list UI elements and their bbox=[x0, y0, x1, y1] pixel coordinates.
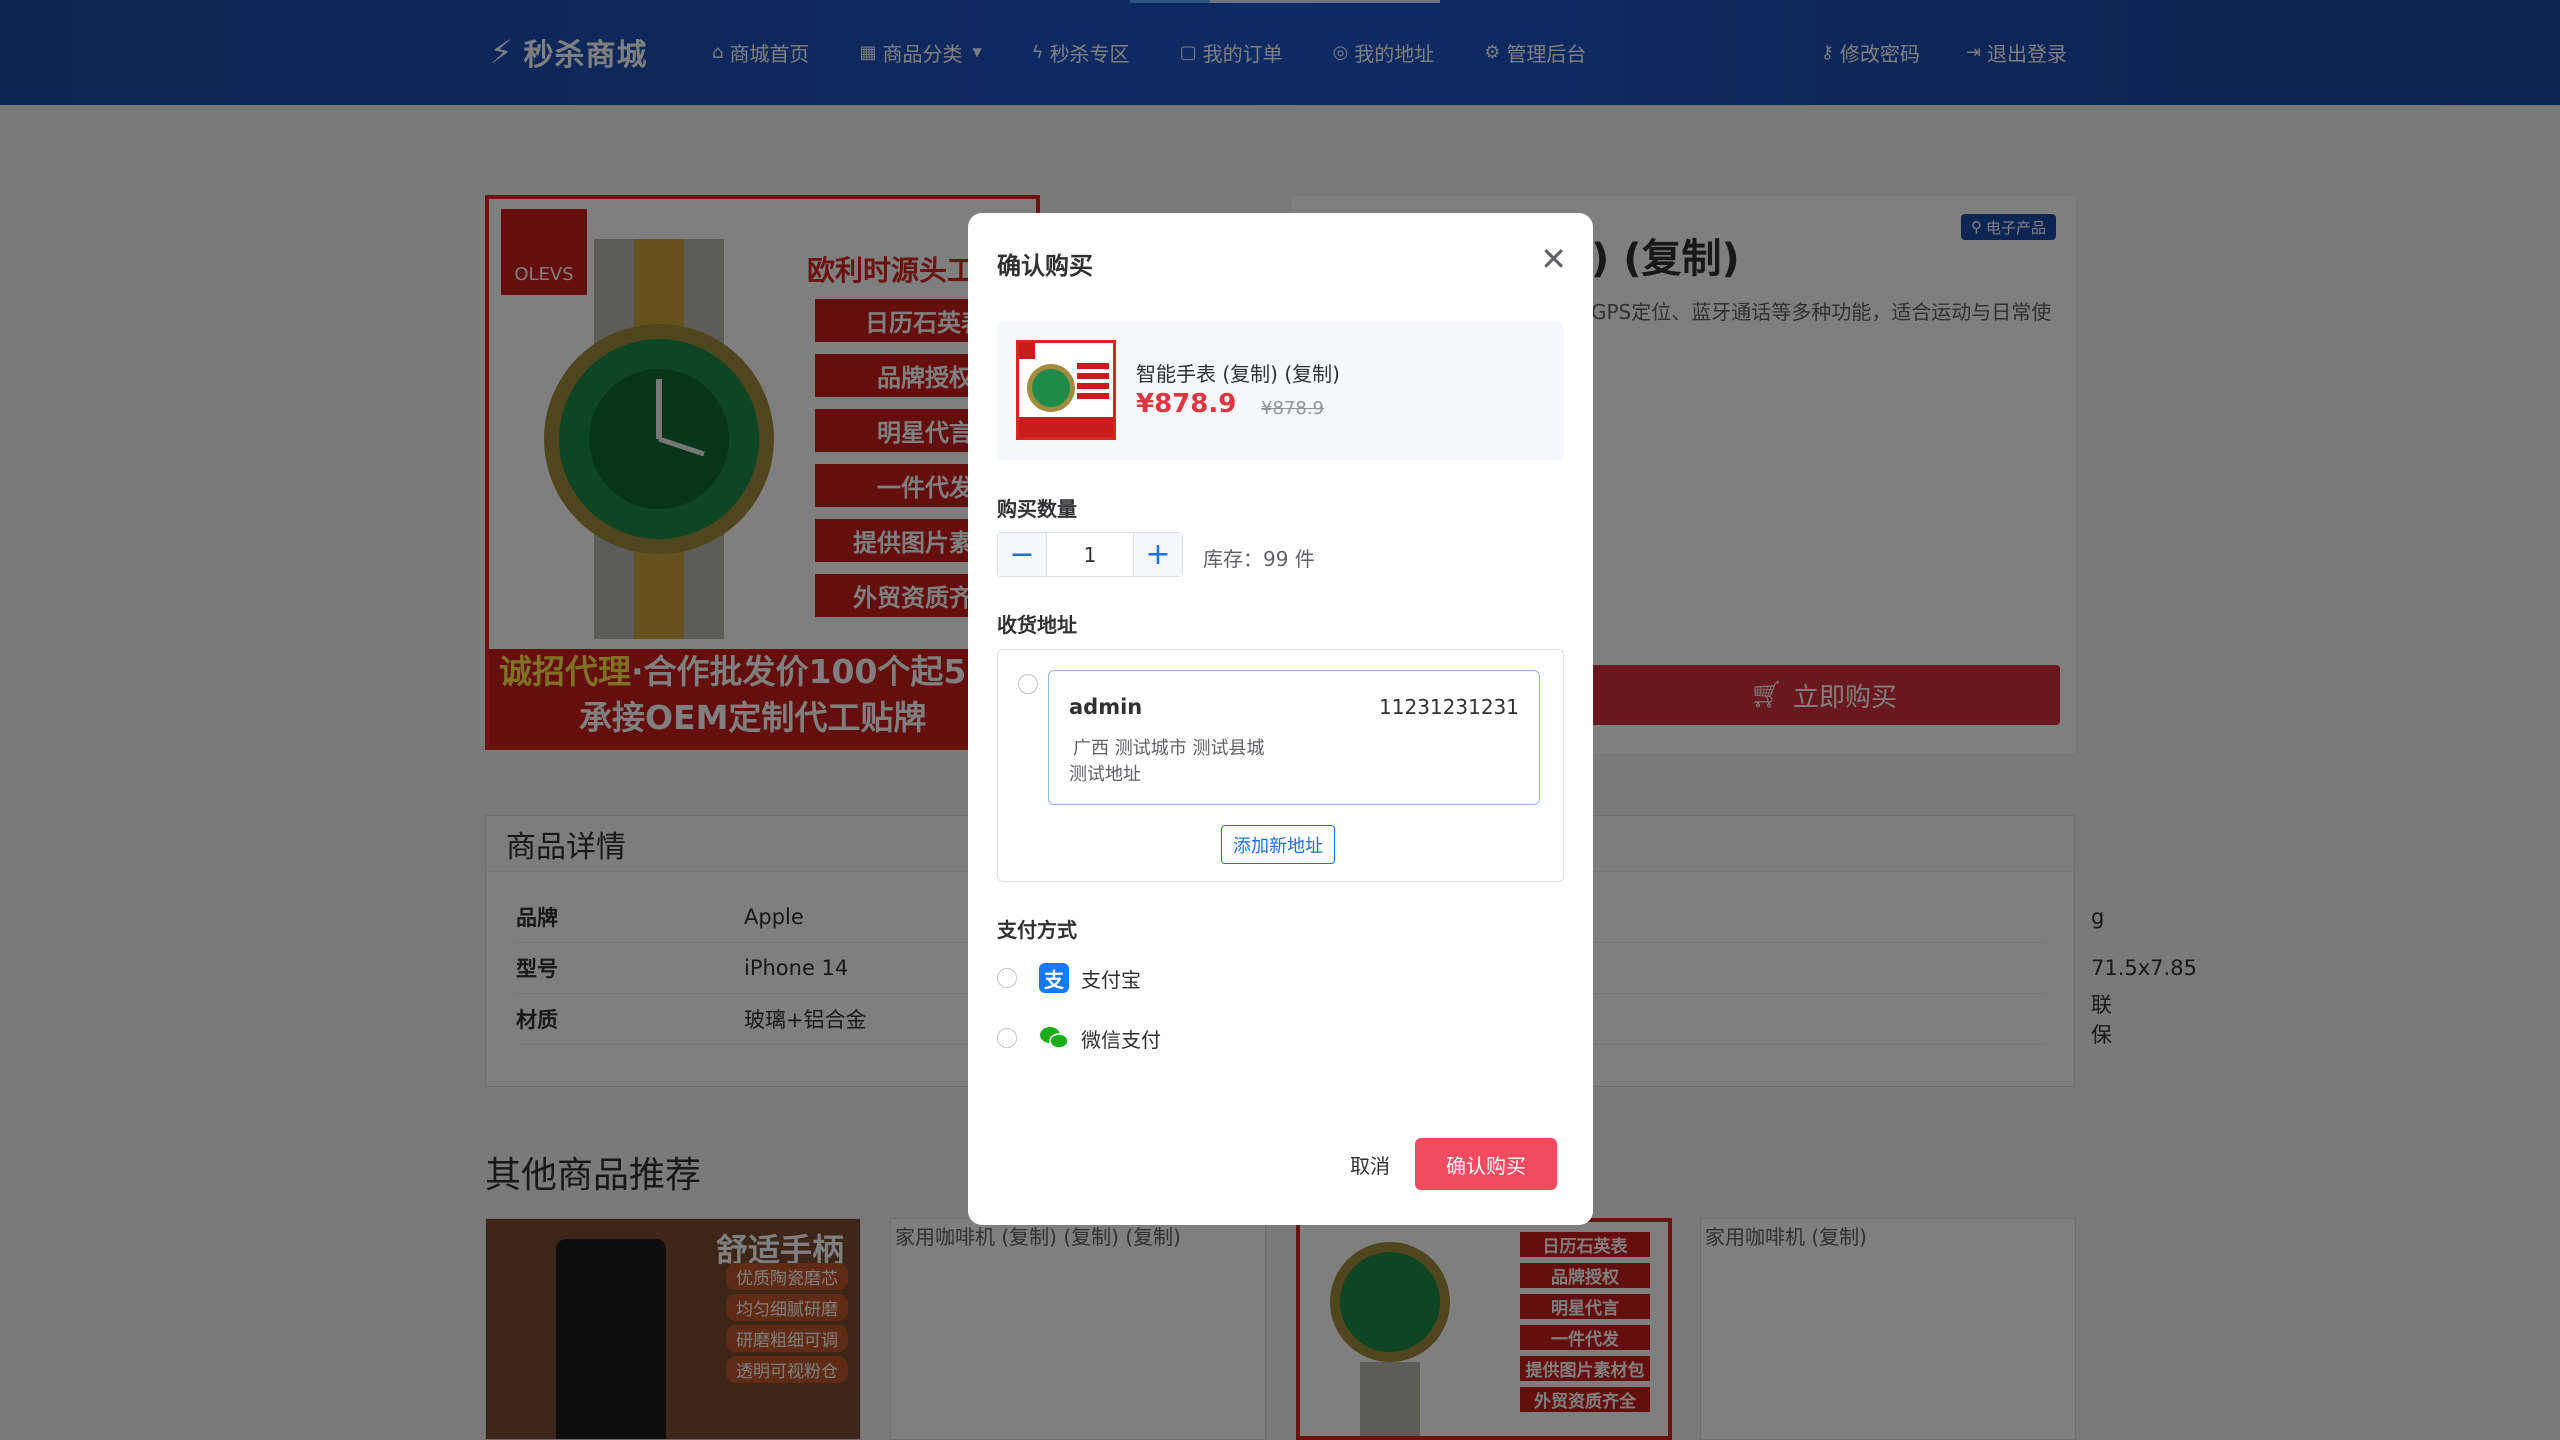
payment-option-label: 支付宝 bbox=[1081, 967, 1141, 992]
address-radio[interactable] bbox=[1018, 674, 1038, 694]
address-label: 收货地址 bbox=[997, 613, 1077, 637]
address-region: 广西 测试城市 测试县城 bbox=[1073, 738, 1265, 759]
order-product-summary: 智能手表 (复制) (复制) ¥878.9 ¥878.9 bbox=[997, 322, 1564, 460]
increase-button[interactable]: + bbox=[1134, 533, 1182, 576]
payment-option-wechat[interactable]: 微信支付 bbox=[997, 1023, 1161, 1053]
payment-radio[interactable] bbox=[997, 1028, 1017, 1048]
product-name: 智能手表 (复制) (复制) bbox=[1136, 362, 1340, 386]
decrease-button[interactable]: − bbox=[998, 533, 1046, 576]
wechat-icon bbox=[1039, 1023, 1069, 1053]
quantity-input[interactable]: 1 bbox=[1046, 533, 1134, 576]
original-price: ¥878.9 bbox=[1261, 398, 1324, 419]
address-phone: 11231231231 bbox=[1379, 695, 1519, 719]
watch-image bbox=[1019, 343, 1113, 437]
product-price: ¥878.9 bbox=[1136, 389, 1237, 419]
payment-label: 支付方式 bbox=[997, 918, 1077, 942]
close-icon[interactable]: ✕ bbox=[1540, 243, 1567, 275]
address-name: admin bbox=[1069, 695, 1143, 719]
quantity-stepper: − 1 + bbox=[997, 532, 1183, 577]
product-thumbnail bbox=[1016, 340, 1116, 440]
payment-option-label: 微信支付 bbox=[1081, 1027, 1161, 1052]
alipay-icon: 支 bbox=[1039, 963, 1069, 993]
add-address-button[interactable]: 添加新地址 bbox=[1221, 825, 1335, 864]
stock-text: 库存：99 件 bbox=[1203, 547, 1315, 571]
confirm-purchase-dialog: 确认购买 ✕ 智能手表 (复制) (复制) ¥878.9 ¥878.9 购买数量… bbox=[968, 213, 1593, 1225]
dialog-title: 确认购买 bbox=[997, 252, 1093, 280]
cancel-button[interactable]: 取消 bbox=[1335, 1138, 1405, 1190]
payment-radio[interactable] bbox=[997, 968, 1017, 988]
minus-icon: − bbox=[1009, 537, 1035, 572]
payment-option-alipay[interactable]: 支 支付宝 bbox=[997, 963, 1141, 993]
quantity-label: 购买数量 bbox=[997, 497, 1077, 521]
address-selector: admin 11231231231 广西 测试城市 测试县城 测试地址 添加新地… bbox=[997, 649, 1564, 882]
address-detail: 测试地址 bbox=[1069, 764, 1141, 785]
address-card[interactable]: admin 11231231231 广西 测试城市 测试县城 测试地址 bbox=[1048, 670, 1540, 805]
plus-icon: + bbox=[1145, 537, 1171, 572]
confirm-purchase-button[interactable]: 确认购买 bbox=[1415, 1138, 1557, 1190]
